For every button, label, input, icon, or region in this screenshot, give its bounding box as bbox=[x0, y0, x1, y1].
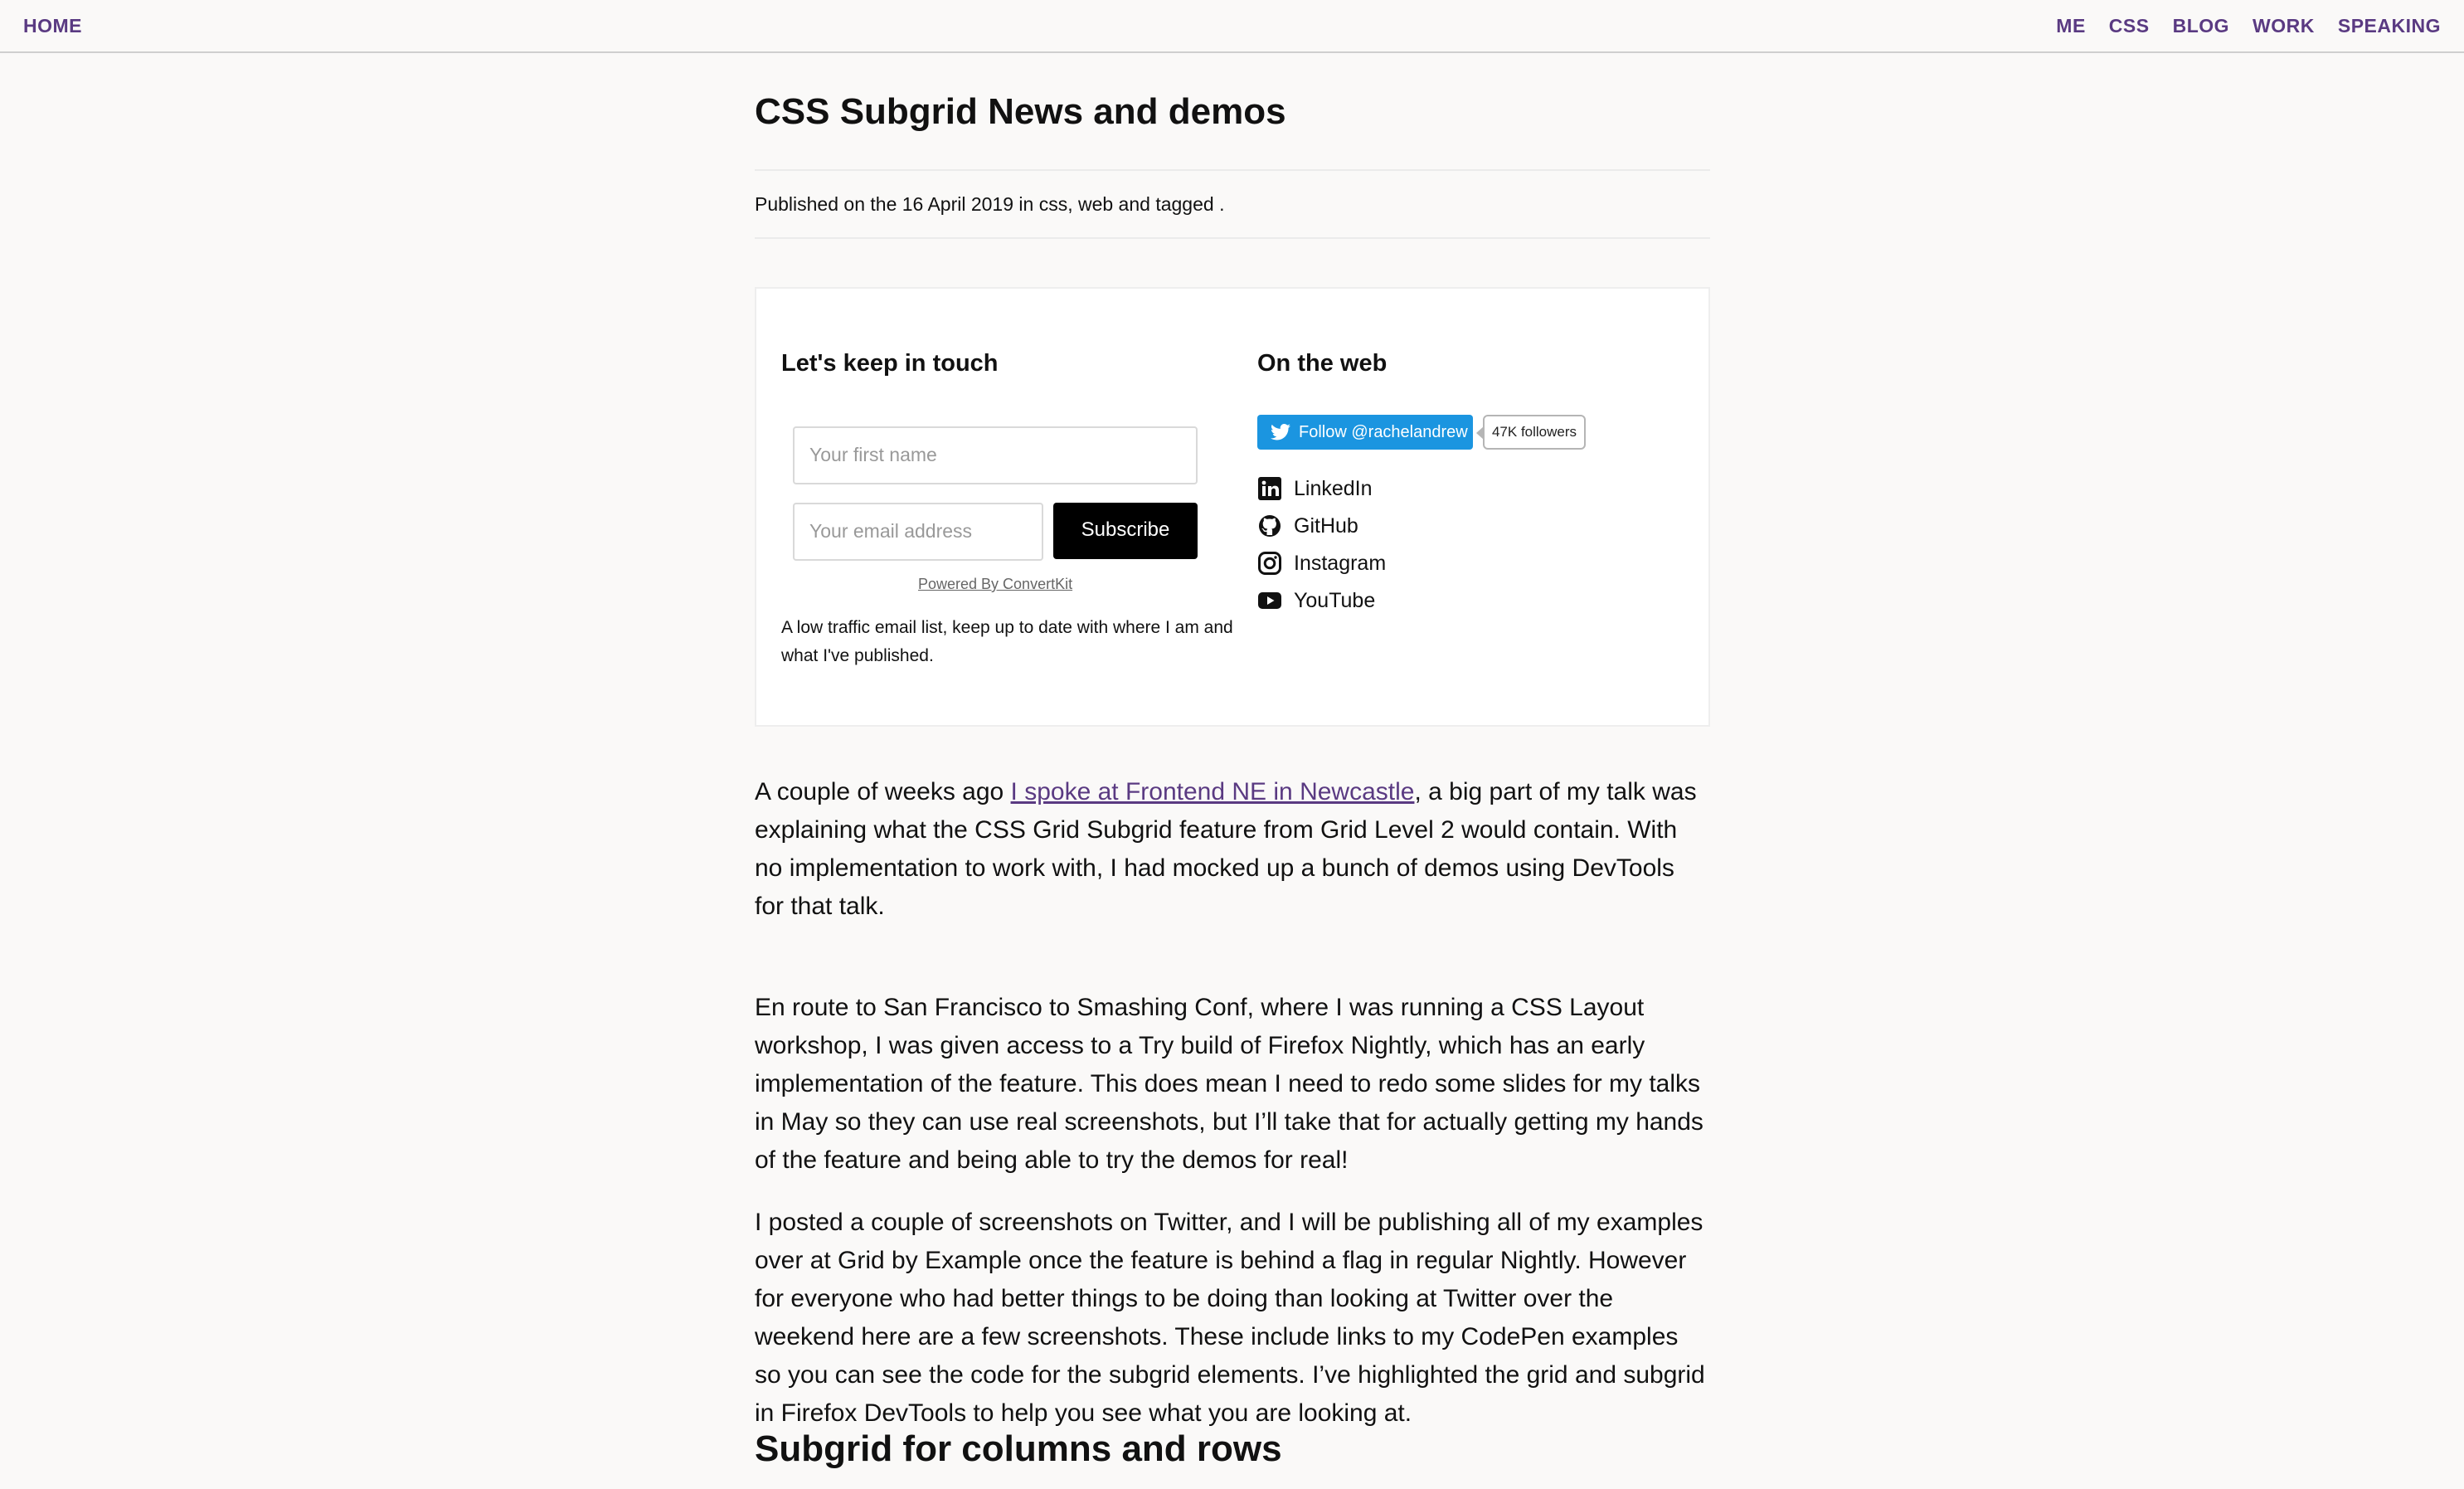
twitter-follow-label: Follow @rachelandrew bbox=[1299, 422, 1468, 441]
section-heading-subgrid: Subgrid for columns and rows bbox=[755, 1428, 1282, 1469]
social-link-instagram[interactable]: Instagram bbox=[1257, 551, 1386, 576]
paragraph-3: I posted a couple of screenshots on Twit… bbox=[755, 1209, 1705, 1427]
social-label-youtube: YouTube bbox=[1294, 588, 1376, 612]
social-link-youtube[interactable]: YouTube bbox=[1257, 588, 1375, 613]
nav-work-link[interactable]: WORK bbox=[2253, 15, 2315, 37]
paragraph-2: En route to San Francisco to Smashing Co… bbox=[755, 994, 1703, 1174]
frontend-ne-link[interactable]: I spoke at Frontend NE in Newcastle bbox=[1011, 778, 1415, 805]
nav-blog-link[interactable]: BLOG bbox=[2173, 15, 2229, 37]
signup-blurb: A low traffic email list, keep up to dat… bbox=[781, 618, 1233, 665]
github-icon bbox=[1259, 515, 1281, 537]
nav-speaking-link[interactable]: SPEAKING bbox=[2338, 15, 2441, 37]
social-label-linkedin: LinkedIn bbox=[1294, 476, 1373, 500]
social-label-instagram: Instagram bbox=[1294, 551, 1387, 575]
nav-home-link[interactable]: HOME bbox=[23, 15, 82, 37]
on-the-web-heading: On the web bbox=[1257, 350, 1388, 377]
email-input[interactable]: Your email address bbox=[793, 503, 1043, 561]
paragraph-1-start: A couple of weeks ago bbox=[755, 778, 1011, 805]
social-label-github: GitHub bbox=[1294, 513, 1358, 538]
nav-right-links: ME CSS BLOG WORK SPEAKING bbox=[2056, 15, 2441, 37]
signup-heading: Let's keep in touch bbox=[781, 350, 999, 377]
page-title: CSS Subgrid News and demos bbox=[755, 91, 1286, 132]
first-name-input[interactable]: Your first name bbox=[793, 426, 1198, 484]
social-link-linkedin[interactable]: LinkedIn bbox=[1257, 476, 1373, 501]
social-link-github[interactable]: GitHub bbox=[1257, 513, 1358, 538]
twitter-followers-count: 47K followers bbox=[1476, 415, 1586, 450]
linkedin-icon bbox=[1258, 477, 1281, 500]
subscribe-button[interactable]: Subscribe bbox=[1053, 503, 1198, 559]
powered-by-convertkit-link[interactable]: Powered By ConvertKit bbox=[918, 576, 1072, 593]
nav-me-link[interactable]: ME bbox=[2056, 15, 2086, 37]
paragraph-1: A couple of weeks ago I spoke at Fronten… bbox=[755, 773, 1710, 926]
instagram-icon bbox=[1258, 552, 1281, 575]
nav-css-link[interactable]: CSS bbox=[2109, 15, 2150, 37]
top-nav: HOME ME CSS BLOG WORK SPEAKING bbox=[0, 0, 2464, 53]
keep-in-touch-card: Let's keep in touch Your first name Your… bbox=[755, 287, 1710, 727]
twitter-bird-icon bbox=[1271, 424, 1290, 440]
youtube-icon bbox=[1258, 592, 1281, 609]
post-meta: Published on the 16 April 2019 in css, w… bbox=[755, 169, 1710, 239]
twitter-follow-button[interactable]: Follow @rachelandrew bbox=[1257, 415, 1473, 450]
